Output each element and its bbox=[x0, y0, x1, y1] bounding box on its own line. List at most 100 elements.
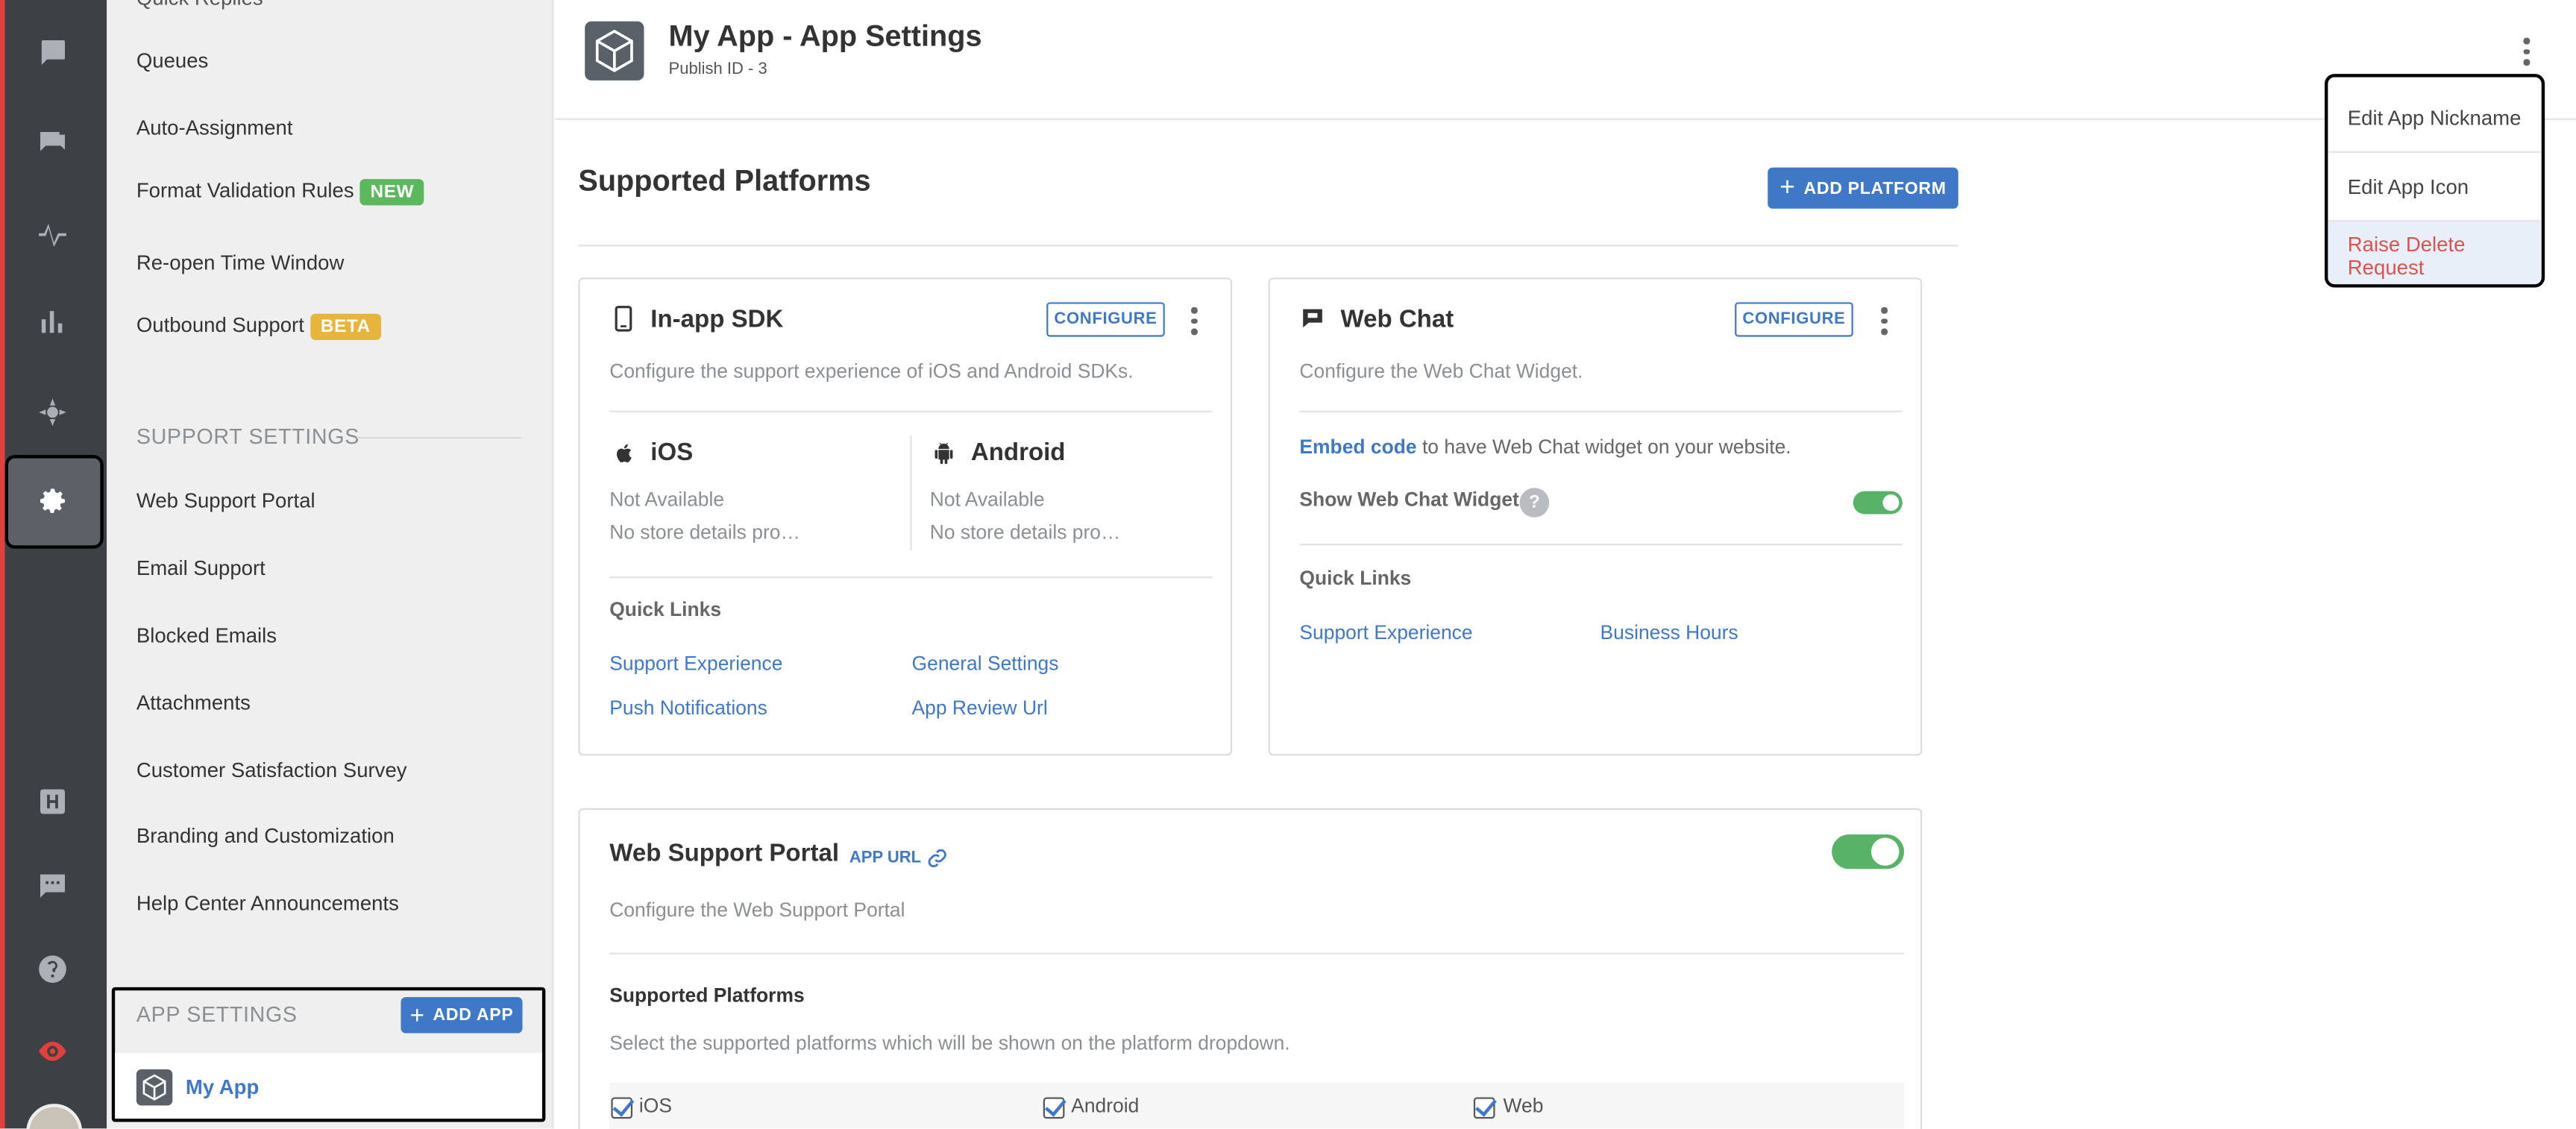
sidebar-item-reopen-time-window[interactable]: Re-open Time Window bbox=[136, 251, 345, 274]
webchat-link-business-hours[interactable]: Business Hours bbox=[1600, 621, 1738, 644]
settings-icon[interactable] bbox=[33, 481, 72, 521]
sidebar-item-quick-replies[interactable]: Quick Replies bbox=[136, 0, 263, 10]
sidebar-item-branding[interactable]: Branding and Customization bbox=[136, 825, 395, 848]
sdk-link-push-notifications[interactable]: Push Notifications bbox=[609, 696, 767, 720]
divider bbox=[356, 436, 521, 439]
plus-icon: + bbox=[409, 1001, 425, 1030]
sidebar-item-format-validation[interactable]: Format Validation Rules NEW bbox=[136, 179, 424, 206]
divider bbox=[910, 435, 912, 550]
divider bbox=[1299, 410, 1903, 412]
ios-title: iOS bbox=[650, 438, 694, 467]
analytics-icon[interactable] bbox=[33, 302, 72, 342]
activity-icon[interactable] bbox=[33, 213, 72, 253]
sdk-quick-links-heading: Quick Links bbox=[609, 597, 722, 621]
show-widget-toggle[interactable] bbox=[1853, 491, 1903, 515]
webchat-more-icon[interactable] bbox=[1881, 306, 1888, 335]
menu-item-edit-nickname[interactable]: Edit App Nickname bbox=[2328, 84, 2541, 151]
sidebar-item-outbound-support[interactable]: Outbound Support BETA bbox=[136, 313, 380, 340]
android-store-details: No store details pro… bbox=[929, 521, 1121, 544]
android-checkbox[interactable] bbox=[1043, 1097, 1065, 1119]
sidebar-item-label: Format Validation Rules bbox=[136, 179, 354, 202]
support-settings-heading: SUPPORT SETTINGS bbox=[136, 424, 359, 449]
sidebar-item-queues[interactable]: Queues bbox=[136, 49, 208, 72]
menu-item-raise-delete[interactable]: Raise Delete Request bbox=[2328, 221, 2542, 285]
ai-icon[interactable] bbox=[33, 392, 72, 432]
faq-icon[interactable] bbox=[33, 123, 72, 163]
sidebar-item-blocked-emails[interactable]: Blocked Emails bbox=[136, 624, 277, 647]
add-platform-button[interactable]: + ADD PLATFORM bbox=[1768, 167, 1958, 209]
portal-description: Configure the Web Support Portal bbox=[609, 898, 905, 922]
new-badge: NEW bbox=[360, 179, 424, 206]
android-title: Android bbox=[970, 438, 1066, 467]
header-more-icon[interactable] bbox=[2523, 37, 2531, 66]
webchat-configure-button[interactable]: CONFIGURE bbox=[1735, 302, 1853, 337]
menu-item-edit-icon[interactable]: Edit App Icon bbox=[2328, 153, 2541, 220]
sidebar-item-label: Outbound Support bbox=[136, 313, 304, 337]
webchat-link-support-experience[interactable]: Support Experience bbox=[1299, 621, 1472, 644]
apple-icon bbox=[615, 442, 636, 465]
web-checkbox-label: Web bbox=[1503, 1094, 1544, 1117]
sidebar-item-web-support-portal[interactable]: Web Support Portal bbox=[136, 489, 315, 512]
toggle-knob bbox=[1882, 494, 1900, 512]
app-cube-icon bbox=[136, 1069, 173, 1106]
show-widget-label: Show Web Chat Widget bbox=[1299, 488, 1519, 512]
android-checkbox-label: Android bbox=[1071, 1094, 1140, 1117]
question-icon[interactable]: ? bbox=[1519, 488, 1550, 518]
sdk-link-support-experience[interactable]: Support Experience bbox=[609, 652, 782, 676]
webchat-card-title: Web Chat bbox=[1340, 305, 1454, 334]
platform-checkbox-row bbox=[609, 1082, 1905, 1129]
ios-checkbox[interactable] bbox=[611, 1097, 633, 1119]
supported-platforms-heading: Supported Platforms bbox=[578, 164, 871, 198]
webchat-quick-links-heading: Quick Links bbox=[1299, 566, 1412, 590]
sdk-more-icon[interactable] bbox=[1191, 306, 1198, 335]
publish-id: Publish ID - 3 bbox=[668, 60, 767, 79]
ios-store-details: No store details pro… bbox=[609, 521, 800, 544]
conversations-icon[interactable] bbox=[33, 33, 72, 72]
toggle-knob bbox=[1870, 837, 1900, 866]
sdk-configure-button[interactable]: CONFIGURE bbox=[1046, 302, 1165, 337]
embed-code-link[interactable]: Embed code bbox=[1299, 435, 1416, 459]
sdk-link-app-review-url[interactable]: App Review Url bbox=[912, 696, 1048, 720]
sidebar-item-email-support[interactable]: Email Support bbox=[136, 557, 266, 580]
web-checkbox[interactable] bbox=[1473, 1097, 1495, 1119]
app-list-item[interactable] bbox=[115, 1052, 542, 1119]
chat-icon[interactable] bbox=[33, 866, 72, 905]
sdk-description: Configure the support experience of iOS … bbox=[609, 359, 1134, 383]
help-icon[interactable] bbox=[33, 949, 72, 989]
visibility-icon[interactable] bbox=[33, 1031, 72, 1071]
phone-icon bbox=[615, 306, 632, 332]
portal-supported-platforms-heading: Supported Platforms bbox=[609, 984, 805, 1007]
android-status: Not Available bbox=[929, 488, 1045, 512]
sdk-card-title: In-app SDK bbox=[650, 305, 784, 334]
portal-supported-platforms-desc: Select the supported platforms which wil… bbox=[609, 1031, 1290, 1055]
app-name-link[interactable]: My App bbox=[186, 1076, 259, 1099]
web-chat-card bbox=[1268, 277, 1923, 756]
helpcenter-icon[interactable] bbox=[33, 782, 72, 822]
sidebar-item-announcements[interactable]: Help Center Announcements bbox=[136, 892, 399, 915]
app-settings-heading: APP SETTINGS bbox=[136, 1001, 298, 1027]
sidebar-item-csat-survey[interactable]: Customer Satisfaction Survey bbox=[136, 759, 407, 782]
embed-code-suffix: to have Web Chat widget on your website. bbox=[1416, 435, 1791, 459]
add-app-button[interactable]: + ADD APP bbox=[400, 997, 523, 1034]
beta-badge: BETA bbox=[310, 313, 380, 340]
header-divider bbox=[555, 118, 2576, 120]
settings-sidebar: Quick Replies Queues Auto-Assignment For… bbox=[107, 0, 554, 1129]
divider bbox=[609, 952, 1905, 955]
divider bbox=[609, 410, 1213, 412]
in-app-sdk-card bbox=[578, 277, 1233, 756]
divider bbox=[578, 245, 1958, 247]
portal-enabled-toggle[interactable] bbox=[1832, 834, 1905, 869]
divider bbox=[609, 576, 1213, 579]
webchat-description: Configure the Web Chat Widget. bbox=[1299, 359, 1583, 383]
app-url-link[interactable]: APP URL bbox=[849, 849, 921, 867]
ios-checkbox-label: iOS bbox=[638, 1094, 672, 1117]
link-icon[interactable] bbox=[926, 848, 948, 869]
sidebar-item-auto-assignment[interactable]: Auto-Assignment bbox=[136, 116, 293, 139]
sdk-link-general-settings[interactable]: General Settings bbox=[912, 652, 1059, 676]
sidebar-item-attachments[interactable]: Attachments bbox=[136, 691, 251, 714]
portal-card-title: Web Support Portal bbox=[609, 839, 840, 868]
page-title: My App - App Settings bbox=[668, 19, 982, 53]
divider bbox=[1299, 544, 1903, 546]
webchat-icon bbox=[1301, 307, 1325, 329]
android-icon bbox=[933, 442, 955, 465]
